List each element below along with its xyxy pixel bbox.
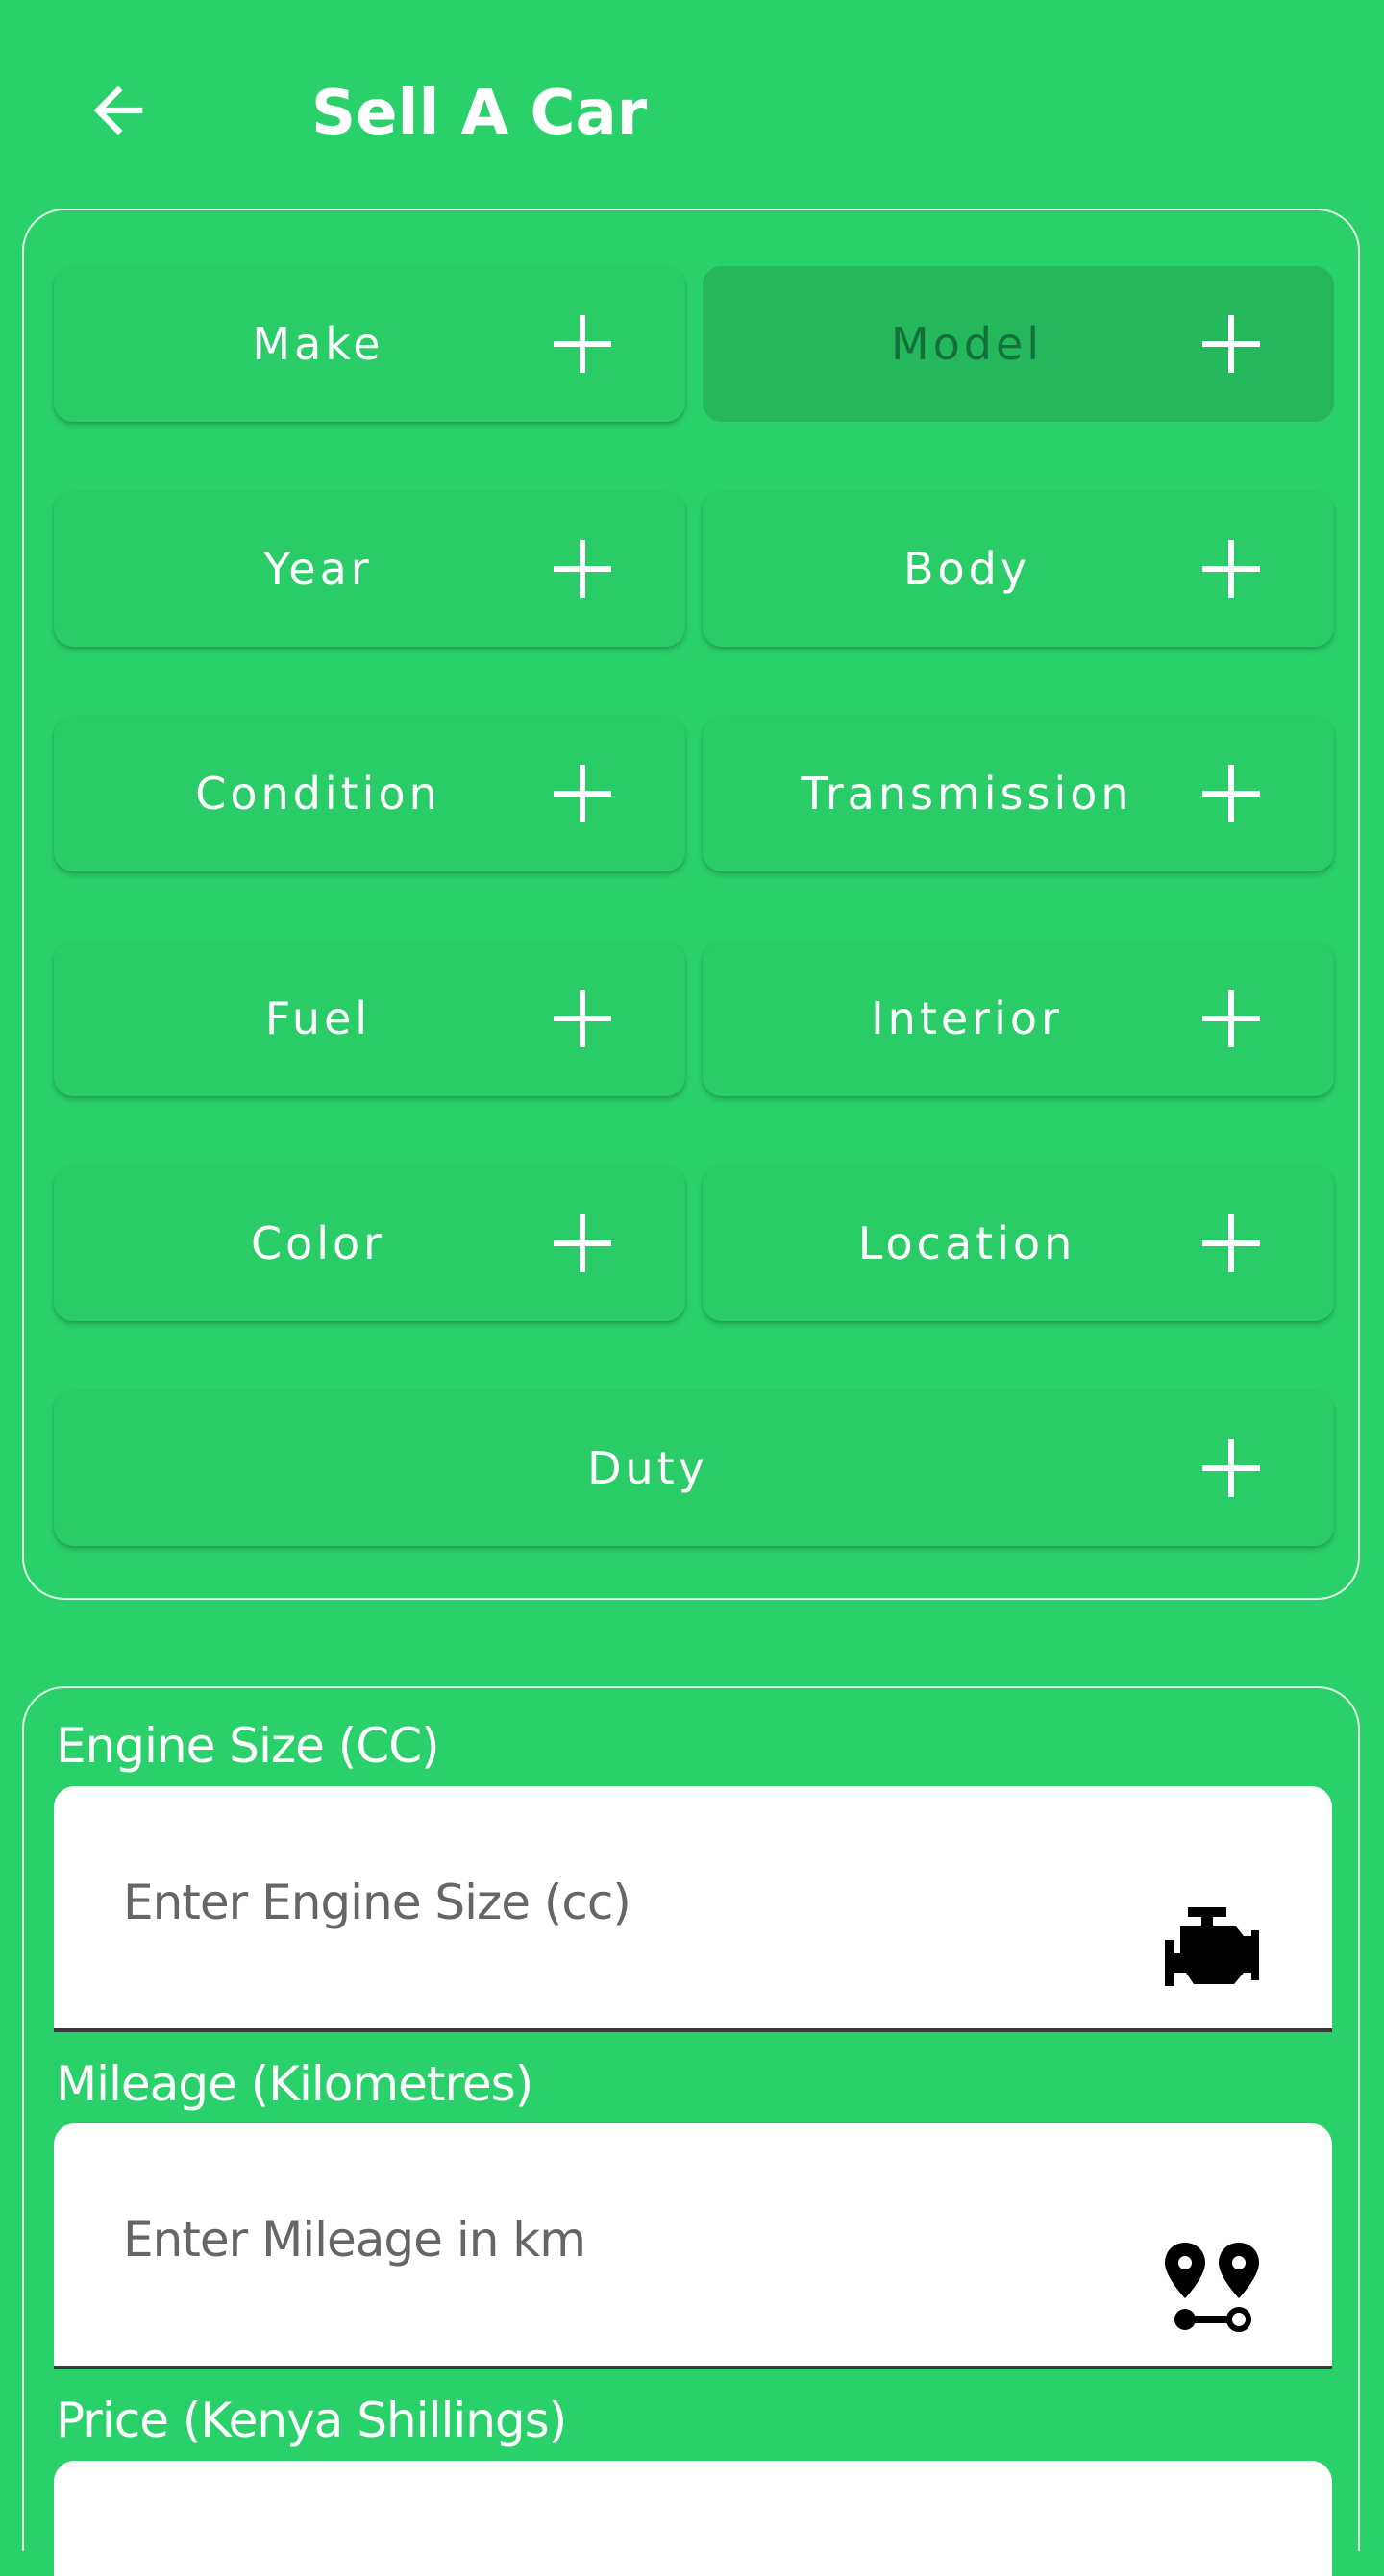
body-label: Body bbox=[902, 543, 1031, 595]
details-panel: Engine Size (CC) Mileage (Kilometres) Pr… bbox=[22, 1686, 1360, 2576]
plus-icon bbox=[1202, 1439, 1260, 1497]
route-pins-icon bbox=[1165, 2243, 1259, 2332]
color-label: Color bbox=[250, 1217, 386, 1269]
model-label: Model bbox=[890, 318, 1044, 370]
plus-icon bbox=[1202, 540, 1260, 598]
location-button[interactable]: Location bbox=[703, 1165, 1334, 1321]
model-button[interactable]: Model bbox=[703, 266, 1334, 422]
engine-size-input[interactable] bbox=[121, 1863, 1086, 1942]
year-label: Year bbox=[263, 543, 373, 595]
engine-size-label: Engine Size (CC) bbox=[56, 1718, 440, 1774]
plus-icon bbox=[554, 1214, 611, 1272]
color-button[interactable]: Color bbox=[54, 1165, 685, 1321]
arrow-left-icon bbox=[93, 86, 143, 135]
make-label: Make bbox=[252, 318, 384, 370]
mileage-label: Mileage (Kilometres) bbox=[56, 2056, 533, 2112]
engine-icon bbox=[1165, 1907, 1259, 1986]
price-field[interactable] bbox=[54, 2461, 1332, 2576]
plus-icon bbox=[1202, 1214, 1260, 1272]
plus-icon bbox=[554, 765, 611, 822]
plus-icon bbox=[1202, 315, 1260, 373]
plus-icon bbox=[1202, 765, 1260, 822]
back-button[interactable] bbox=[75, 67, 161, 154]
page-title: Sell A Car bbox=[311, 78, 648, 149]
mileage-input[interactable] bbox=[121, 2200, 1086, 2279]
make-button[interactable]: Make bbox=[54, 266, 685, 422]
price-label: Price (Kenya Shillings) bbox=[56, 2392, 567, 2448]
app-bar: Sell A Car bbox=[0, 0, 1384, 211]
fuel-button[interactable]: Fuel bbox=[54, 941, 685, 1096]
transmission-button[interactable]: Transmission bbox=[703, 716, 1334, 871]
condition-button[interactable]: Condition bbox=[54, 716, 685, 871]
location-label: Location bbox=[857, 1217, 1076, 1269]
plus-icon bbox=[554, 540, 611, 598]
engine-size-field[interactable] bbox=[54, 1786, 1332, 2032]
car-options-panel: Make Model Year Body Condition Transmiss… bbox=[22, 209, 1360, 1600]
duty-button[interactable]: Duty bbox=[54, 1390, 1334, 1546]
plus-icon bbox=[554, 315, 611, 373]
body-button[interactable]: Body bbox=[703, 491, 1334, 647]
year-button[interactable]: Year bbox=[54, 491, 685, 647]
transmission-label: Transmission bbox=[801, 768, 1133, 820]
interior-label: Interior bbox=[871, 993, 1063, 1044]
plus-icon bbox=[554, 990, 611, 1047]
mileage-field[interactable] bbox=[54, 2123, 1332, 2369]
fuel-label: Fuel bbox=[264, 993, 372, 1044]
condition-label: Condition bbox=[195, 768, 441, 820]
plus-icon bbox=[1202, 990, 1260, 1047]
interior-button[interactable]: Interior bbox=[703, 941, 1334, 1096]
duty-label: Duty bbox=[587, 1442, 708, 1494]
